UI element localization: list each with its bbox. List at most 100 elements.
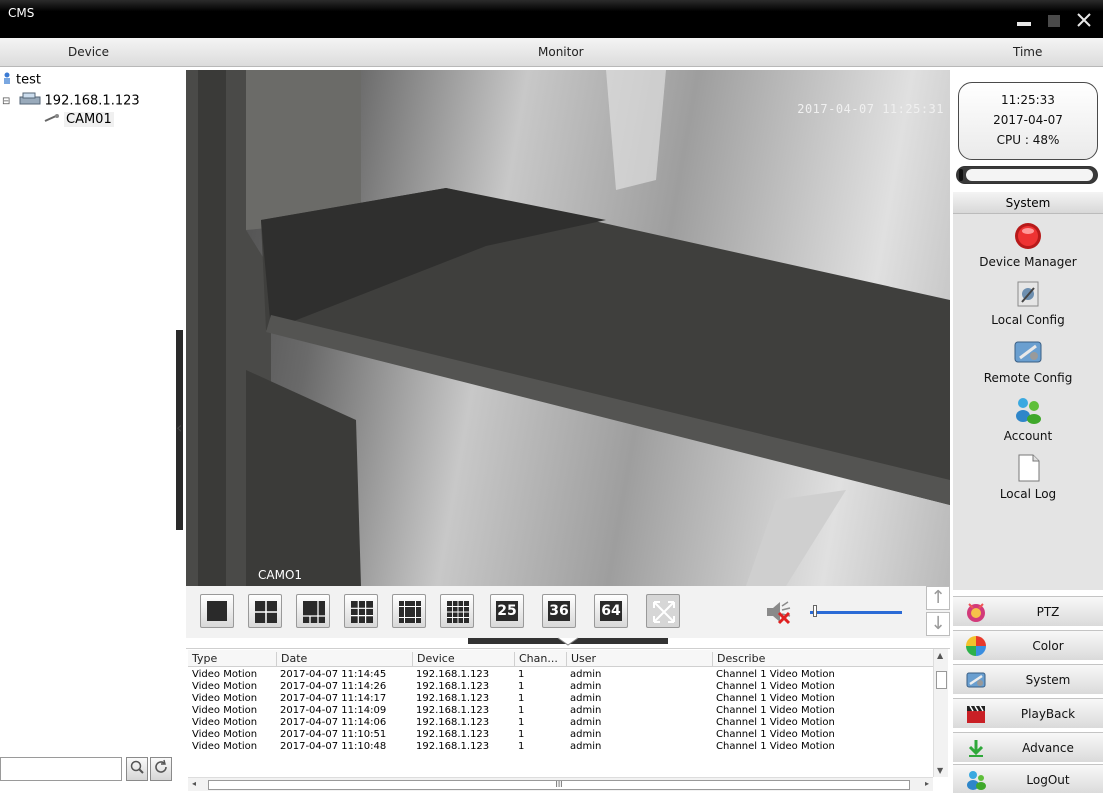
log-vertical-thumb[interactable] [936,671,947,689]
table-cell: Video Motion [192,669,258,680]
title-bar: CMS [0,0,1103,38]
system-button[interactable]: System [953,664,1103,694]
table-cell: 2017-04-07 11:14:17 [280,693,387,704]
layout-4-button[interactable] [248,594,282,628]
table-cell: 1 [518,717,525,728]
mute-icon[interactable] [764,598,794,630]
scroll-up-arrow-icon[interactable]: ▲ [937,651,943,660]
table-cell: 192.168.1.123 [416,717,490,728]
volume-slider[interactable] [810,605,902,617]
video-viewport[interactable]: 2017-04-07 11:25:31 CAMO1 [186,70,950,586]
advance-button[interactable]: Advance [953,732,1103,762]
table-cell: 1 [518,669,525,680]
layout-36-button[interactable]: 36 [542,594,576,628]
log-col-device[interactable]: Device [412,652,455,667]
system-panel-title[interactable]: System [953,192,1103,214]
ptz-icon [967,603,985,622]
refresh-icon[interactable] [150,757,172,781]
table-row[interactable]: Video Motion 2017-04-07 11:14:45 192.168.1… [188,669,933,681]
device-manager-icon [1015,223,1041,249]
tree-node-root[interactable]: test [2,72,41,88]
layout-1-button[interactable] [200,594,234,628]
table-cell: 192.168.1.123 [416,681,490,692]
table-cell: admin [570,717,602,728]
expand-icon[interactable]: ⊟ [2,96,10,107]
device-manager-button[interactable]: Device Manager [953,220,1103,269]
collapse-arrow-icon[interactable]: ‹ [176,418,182,437]
advance-icon [968,740,984,757]
layout-9-icon [351,601,373,623]
color-button[interactable]: Color [953,630,1103,660]
table-cell: Channel 1 Video Motion [716,669,835,680]
table-cell: 2017-04-07 11:14:45 [280,669,387,680]
table-row[interactable]: Video Motion 2017-04-07 11:14:17 192.168.1… [188,693,933,705]
scroll-left-arrow-icon[interactable]: ◂ [192,779,196,788]
fullscreen-button[interactable] [646,594,680,628]
progress-fill [959,169,963,181]
table-cell: 192.168.1.123 [416,669,490,680]
playback-label: PlayBack [1020,707,1076,721]
event-log-table: Type Date Device Chan... User Describe V… [186,648,950,793]
minimize-icon[interactable] [1012,6,1036,32]
log-col-describe[interactable]: Describe [712,652,765,667]
account-button[interactable]: Account [953,394,1103,443]
local-config-icon [1017,281,1039,307]
ptz-button[interactable]: PTZ [953,596,1103,626]
tree-label-root: test [16,72,41,88]
table-cell: 192.168.1.123 [416,741,490,752]
log-horizontal-thumb[interactable]: III [208,780,910,790]
search-icon[interactable] [126,757,148,781]
local-config-button[interactable]: Local Config [953,278,1103,327]
close-icon[interactable] [1072,6,1096,32]
local-log-button[interactable]: Local Log [953,452,1103,501]
scroll-down-icon[interactable]: ↓ [926,612,950,636]
log-col-channel[interactable]: Chan... [514,652,558,667]
scroll-up-icon[interactable]: ↑ [926,586,950,610]
volume-thumb[interactable] [813,605,817,617]
layout-13-icon [399,601,421,623]
table-row[interactable]: Video Motion 2017-04-07 11:14:09 192.168.1… [188,705,933,717]
table-cell: admin [570,693,602,704]
tree-node-camera[interactable]: CAM01 [44,112,114,127]
table-cell: Channel 1 Video Motion [716,705,835,716]
layout-16-button[interactable] [440,594,474,628]
advance-label: Advance [1022,741,1074,755]
local-log-icon [1018,454,1040,482]
log-horizontal-scrollbar[interactable]: ◂ III ▸ [188,777,933,791]
layout-13-button[interactable] [392,594,426,628]
device-header: Device [68,45,110,59]
layout-6-button[interactable] [296,594,330,628]
logout-button[interactable]: LogOut [953,764,1103,793]
maximize-icon[interactable] [1042,6,1066,32]
log-header-row: Type Date Device Chan... User Describe [188,650,933,667]
scroll-down-arrow-icon[interactable]: ▼ [937,766,943,775]
logout-icon [967,771,986,790]
scroll-right-arrow-icon[interactable]: ▸ [925,779,929,788]
remote-config-label: Remote Config [983,371,1073,385]
log-splitter[interactable] [468,637,668,646]
log-col-date[interactable]: Date [276,652,307,667]
color-label: Color [1032,639,1064,653]
log-vertical-scrollbar[interactable]: ▲ ▼ [933,649,948,777]
playback-button[interactable]: PlayBack [953,698,1103,728]
layout-64-button[interactable]: 64 [594,594,628,628]
device-search-input[interactable] [0,757,122,781]
layout-25-button[interactable]: 25 [490,594,524,628]
log-col-user[interactable]: User [566,652,596,667]
table-cell: 192.168.1.123 [416,693,490,704]
time-header: Time [1013,45,1043,59]
log-col-type[interactable]: Type [188,652,217,667]
table-cell: 192.168.1.123 [416,729,490,740]
table-row[interactable]: Video Motion 2017-04-07 11:14:26 192.168.1… [188,681,933,693]
cpu-usage: CPU : 48% [996,133,1060,147]
table-row[interactable]: Video Motion 2017-04-07 11:14:06 192.168.1… [188,717,933,729]
table-row[interactable]: Video Motion 2017-04-07 11:10:48 192.168.1… [188,741,933,753]
layout-9-button[interactable] [344,594,378,628]
table-cell: 2017-04-07 11:10:51 [280,729,387,740]
table-cell: Channel 1 Video Motion [716,729,835,740]
remote-config-button[interactable]: Remote Config [953,336,1103,385]
table-row[interactable]: Video Motion 2017-04-07 11:10:51 192.168.1… [188,729,933,741]
layout-64-label: 64 [600,601,622,621]
device-manager-label: Device Manager [979,255,1077,269]
tree-node-device[interactable]: ⊟ 192.168.1.123 [2,92,140,110]
